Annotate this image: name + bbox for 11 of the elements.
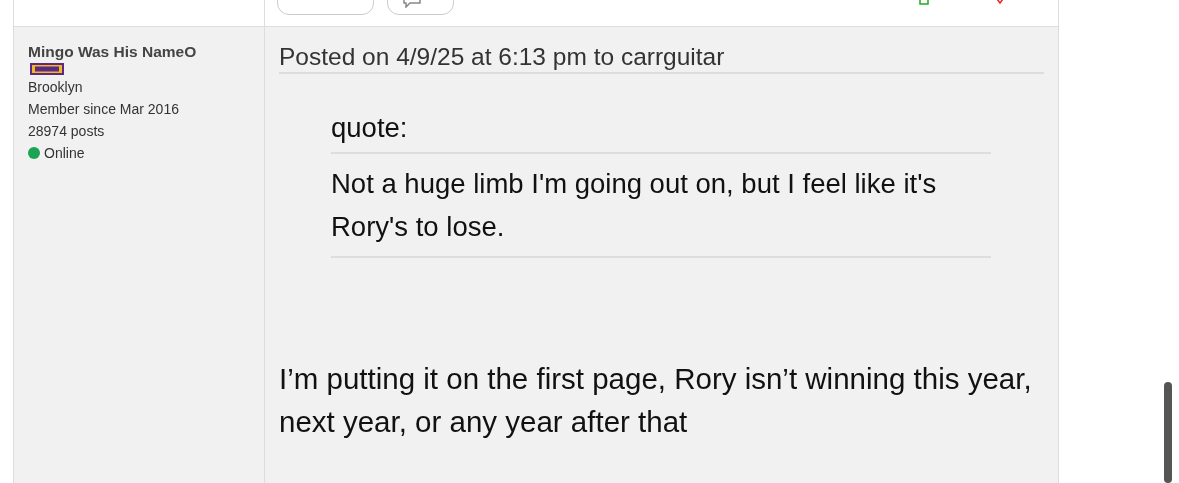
post-header: Posted on 4/9/25 at 6:13 pm to carrguitar xyxy=(279,43,1044,74)
post-body: I’m putting it on the first page, Rory isn’t winning this year, next year, or any year after that xyxy=(279,361,1033,440)
post-count: 28974 posts xyxy=(28,122,105,141)
member-since: Member since Mar 2016 xyxy=(28,100,179,119)
scrollbar-thumb[interactable] xyxy=(1164,382,1172,483)
quote-text: Not a huge limb I'm going out on, but I feel like it's Rory's to lose. xyxy=(331,167,938,244)
quote-label: quote: xyxy=(331,112,409,144)
status-label: Online xyxy=(44,144,85,163)
username[interactable]: Mingo Was His NameO xyxy=(28,43,197,61)
user-location: Brooklyn xyxy=(28,78,83,97)
team-logo-icon xyxy=(30,63,64,75)
